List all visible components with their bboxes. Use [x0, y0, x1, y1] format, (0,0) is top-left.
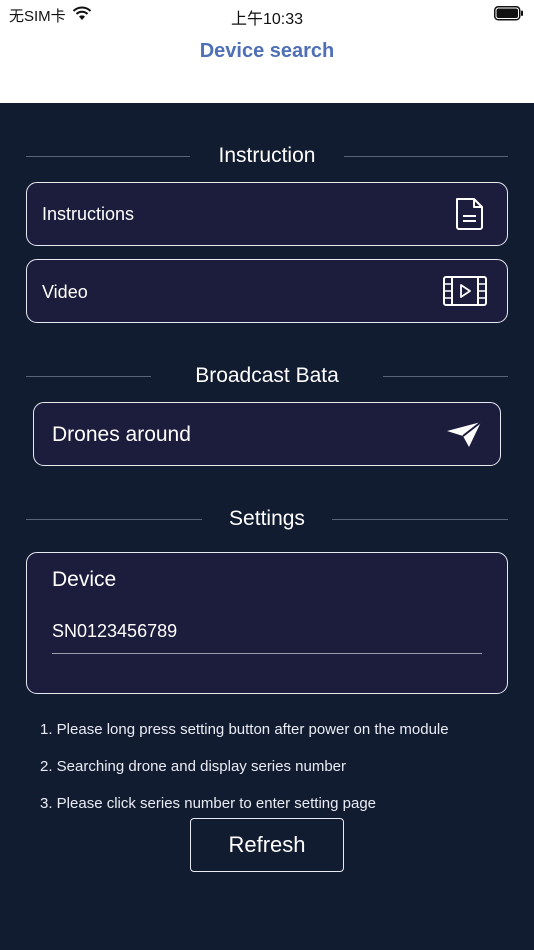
refresh-button[interactable]: Refresh	[190, 818, 344, 872]
drones-around-row[interactable]: Drones around	[33, 402, 501, 466]
header-area: 无SIM卡 上午10:33 Device search	[0, 0, 534, 103]
page-title: Device search	[199, 40, 335, 62]
divider-line	[383, 376, 508, 377]
divider-line	[332, 519, 508, 520]
battery-icon	[494, 6, 524, 25]
step-item: 1. Please long press setting button afte…	[40, 721, 449, 738]
drones-around-label: Drones around	[52, 423, 191, 446]
status-bar: 无SIM卡 上午10:33	[0, 0, 534, 28]
device-label: Device	[52, 568, 117, 591]
input-underline	[52, 653, 482, 654]
video-row[interactable]: Video	[26, 259, 508, 323]
serial-number-input[interactable]	[52, 621, 452, 642]
video-icon	[443, 276, 487, 311]
settings-section-header: Settings	[26, 504, 508, 534]
step-item: 2. Searching drone and display series nu…	[40, 758, 347, 775]
broadcast-section-header: Broadcast Bata	[26, 361, 508, 391]
instruction-steps: 1. Please long press setting button afte…	[40, 721, 449, 832]
instruction-section-header: Instruction	[26, 141, 508, 171]
instructions-row[interactable]: Instructions	[26, 182, 508, 246]
instructions-label: Instructions	[42, 204, 135, 224]
divider-line	[344, 156, 508, 157]
device-settings-card: Device	[26, 552, 508, 694]
video-label: Video	[42, 282, 88, 302]
document-icon	[451, 196, 487, 237]
send-icon	[446, 420, 482, 453]
status-time: 上午10:33	[230, 11, 304, 28]
